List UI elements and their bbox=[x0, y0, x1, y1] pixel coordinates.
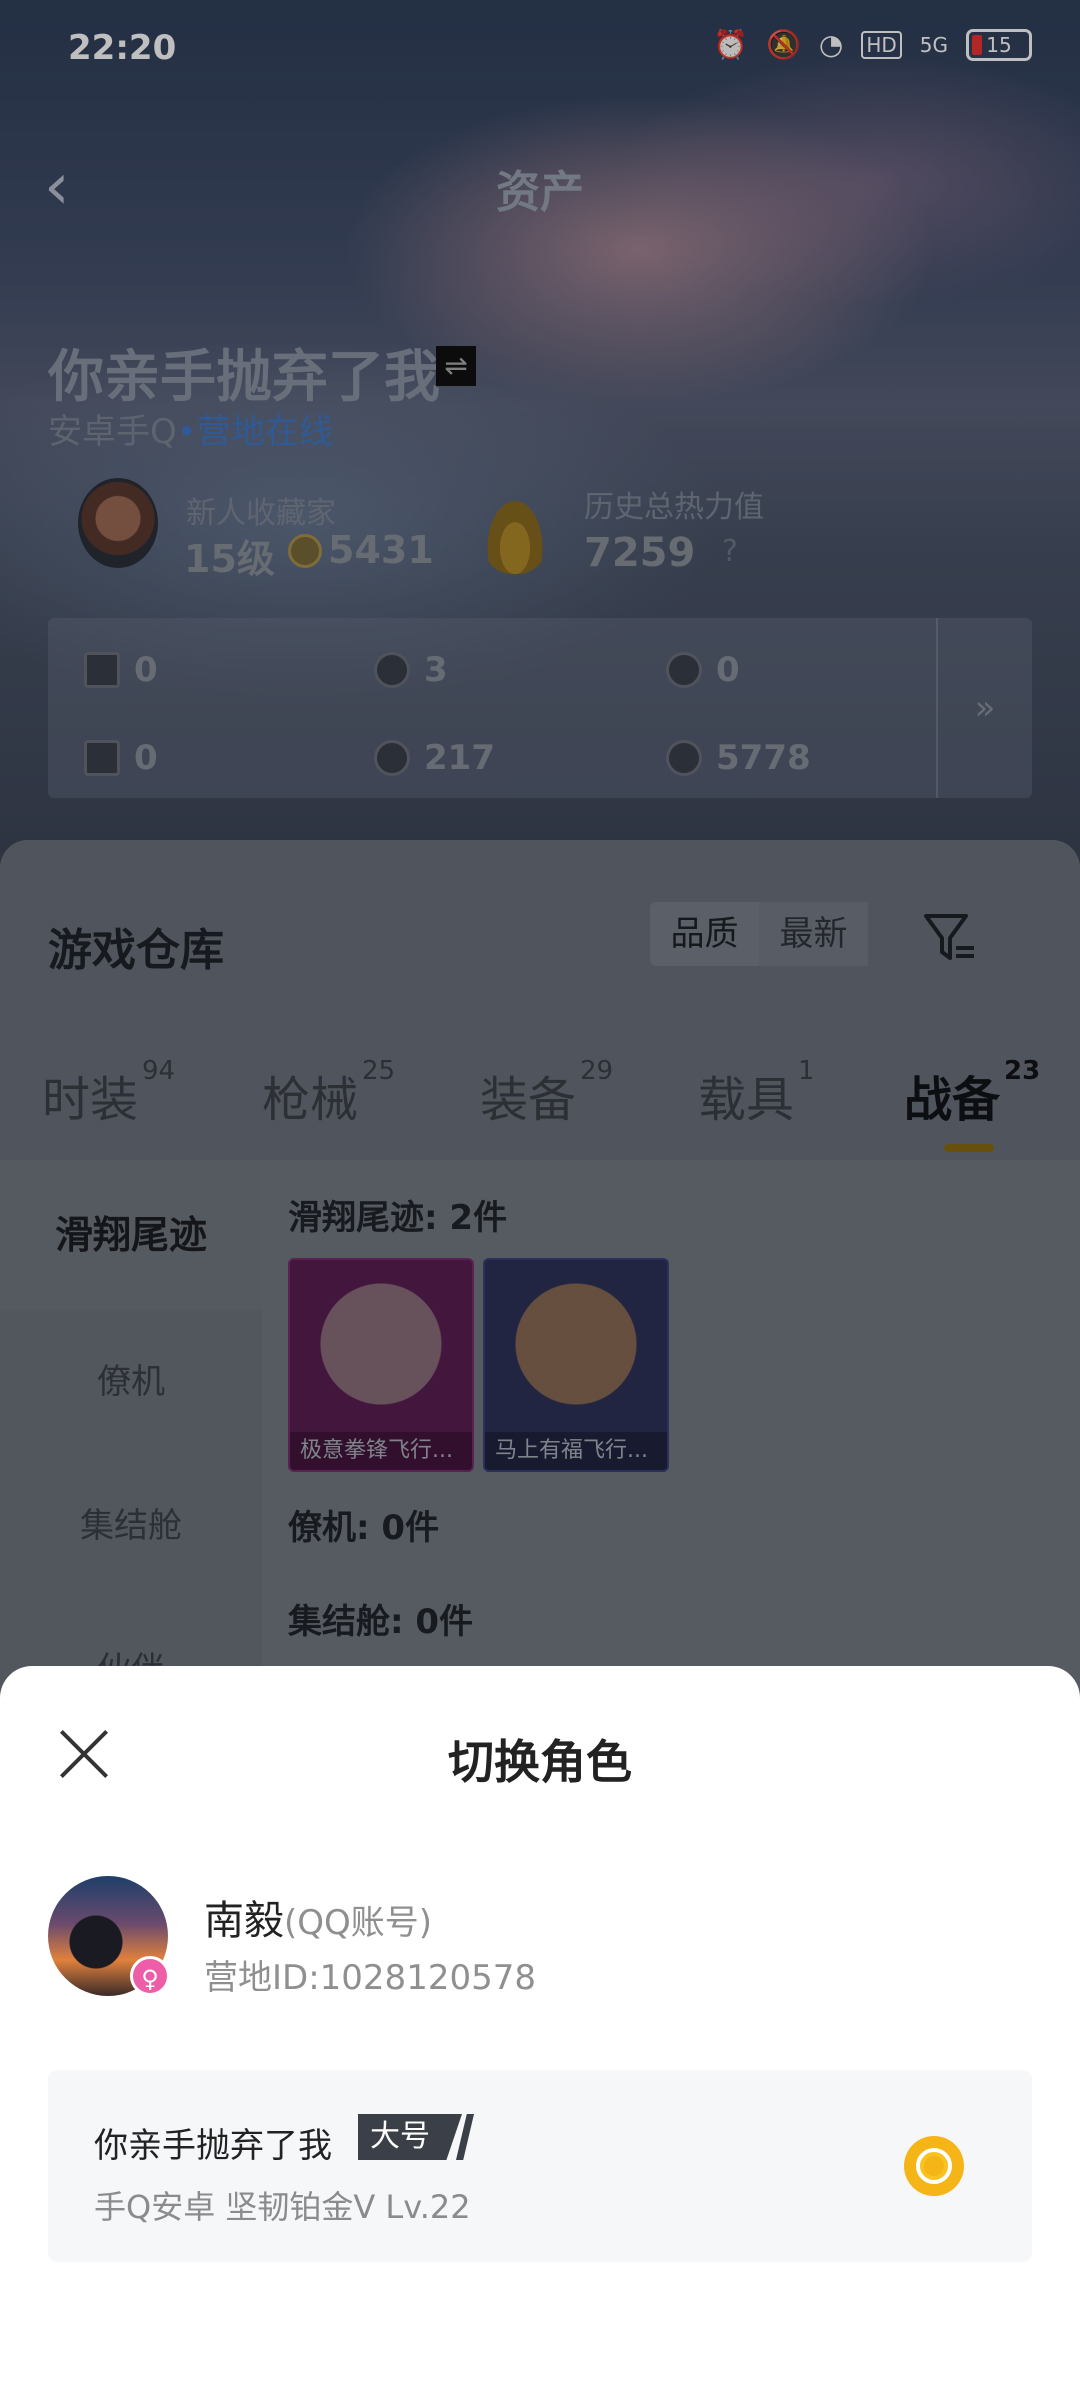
account-name: 南毅(QQ账号) bbox=[204, 1888, 432, 1946]
account-nickname: 南毅 bbox=[204, 1898, 284, 1944]
account-type: (QQ账号) bbox=[284, 1903, 433, 1943]
role-option[interactable]: 你亲手抛弃了我 大号 手Q安卓 坚韧铂金V Lv.22 bbox=[48, 2070, 1032, 2262]
selected-radio-icon[interactable] bbox=[904, 2136, 964, 2196]
switch-role-sheet: 切换角色 ♀ 南毅(QQ账号) 营地ID:1028120578 你亲手抛弃了我 … bbox=[0, 1666, 1080, 2408]
account-id: 营地ID:1028120578 bbox=[204, 1958, 536, 1998]
sheet-title: 切换角色 bbox=[448, 1735, 632, 1789]
role-detail: 手Q安卓 坚韧铂金V Lv.22 bbox=[94, 2188, 471, 2226]
role-name: 你亲手抛弃了我 bbox=[94, 2126, 332, 2166]
female-gender-icon: ♀ bbox=[130, 1956, 170, 1996]
main-account-badge: 大号 bbox=[358, 2114, 462, 2160]
